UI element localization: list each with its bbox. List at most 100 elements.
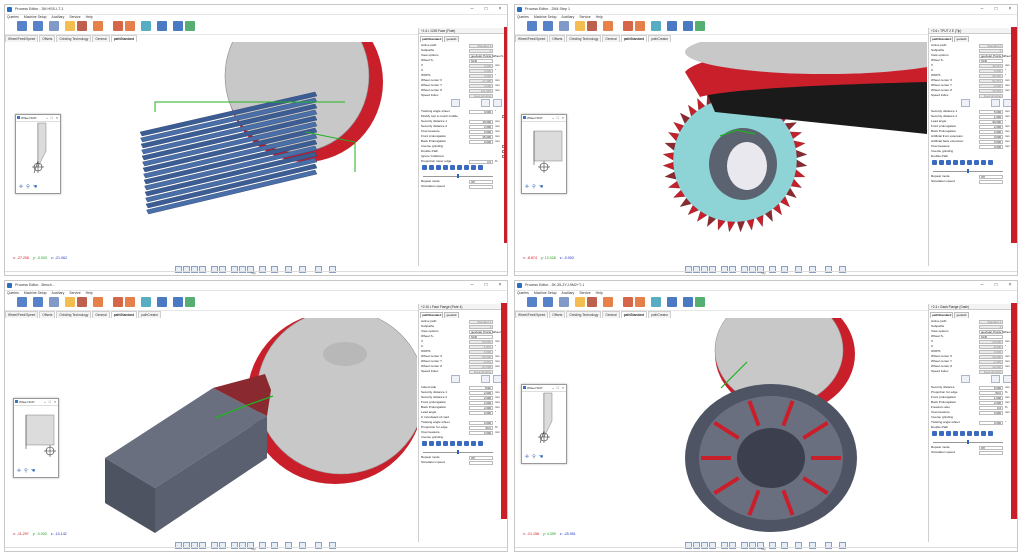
param-value-field[interactable]: Standard 2: [979, 43, 1003, 48]
toolbar-button[interactable]: [543, 297, 553, 307]
menu-item[interactable]: Machine Setup: [534, 291, 557, 295]
toolbar-button[interactable]: [185, 21, 195, 31]
wheel-profile-window[interactable]: Wheel SCP – □ × ✛ ⚲ ☚: [15, 114, 61, 194]
toolbar-button[interactable]: [93, 297, 103, 307]
tab-grinding-technology[interactable]: Grinding Technology: [56, 311, 92, 318]
edit-path-icon[interactable]: [451, 99, 460, 107]
3d-viewport[interactable]: Wheel SCP – □ × ✛ ⚲ ☚: [5, 42, 417, 258]
param-value-field[interactable]: Standard 1: [979, 319, 1003, 324]
3d-viewport[interactable]: Wheel SCP – □ × ✛ ⚲ ☚: [5, 318, 417, 534]
toolbar-button[interactable]: [575, 297, 585, 307]
toolbar-button[interactable]: [527, 297, 537, 307]
wheel-profile-window[interactable]: Wheel SCP – □ × ✛ ⚲ ☚: [521, 114, 567, 194]
maximize-icon[interactable]: □: [991, 282, 1001, 288]
toolbar-button[interactable]: [49, 21, 59, 31]
param-value-field[interactable]: -51.573: [979, 78, 1003, 83]
slider-knob[interactable]: [967, 169, 969, 173]
param-value-field[interactable]: 10.000: [469, 119, 493, 124]
toolbar-button[interactable]: [651, 297, 661, 307]
param-value-field[interactable]: 1: [979, 48, 1003, 53]
tab-offsets[interactable]: Offsets: [549, 35, 566, 42]
zoom-icon[interactable]: ⚲: [23, 468, 29, 474]
param-value-field[interactable]: 2.000: [469, 400, 493, 405]
param-value-field[interactable]: 2.000: [469, 395, 493, 400]
param-value-field[interactable]: -90.000: [469, 339, 493, 344]
param-value-field[interactable]: Feed grinding: [469, 369, 493, 374]
param-value-field[interactable]: -3.435: [979, 359, 1003, 364]
loop-icon[interactable]: [478, 165, 483, 170]
next-icon[interactable]: [457, 441, 462, 446]
wheel-view-icon[interactable]: [481, 375, 490, 383]
tab-pathstandard[interactable]: pathStandard: [110, 311, 138, 318]
wheel-profile-window[interactable]: Wheel SCP – □ × ✛ ⚲ ☚: [521, 384, 567, 464]
tab-pathstandard[interactable]: pathStandard: [620, 35, 648, 42]
menu-item[interactable]: Machine Setup: [24, 15, 47, 19]
panel-tab-geoedit[interactable]: geoEdit: [444, 312, 459, 318]
tab-grinding-technology[interactable]: Grinding Technology: [566, 35, 602, 42]
back-icon[interactable]: [436, 441, 441, 446]
3d-viewport[interactable]: Wheel SCP – □ × ✛ ⚲ ☚: [515, 42, 927, 258]
first-icon[interactable]: [422, 165, 427, 170]
slider-knob[interactable]: [457, 174, 459, 178]
param-value-field[interactable]: 0.000: [979, 144, 1003, 149]
param-value-field[interactable]: 1: [469, 48, 493, 53]
move-icon[interactable]: ✛: [18, 184, 24, 190]
repeat-mode-dropdown[interactable]: Off: [979, 445, 1003, 450]
param-value-field[interactable]: 0.000: [469, 349, 493, 354]
stop-icon[interactable]: [981, 431, 986, 436]
toolbar-button[interactable]: [141, 297, 151, 307]
last-icon[interactable]: [464, 165, 469, 170]
menu-item[interactable]: Help: [596, 291, 603, 295]
toolbar-button[interactable]: [635, 297, 645, 307]
param-value-field[interactable]: -0.210: [469, 359, 493, 364]
menu-item[interactable]: Help: [86, 291, 93, 295]
wheel-view-alt-icon[interactable]: [493, 99, 502, 107]
tab-grinding-technology[interactable]: Grinding Technology: [56, 35, 92, 42]
menu-item[interactable]: Auxiliary: [562, 15, 575, 19]
first-icon[interactable]: [422, 441, 427, 446]
param-value-field[interactable]: 2.000: [469, 390, 493, 395]
menu-item[interactable]: Service: [579, 291, 590, 295]
sim-speed-slider[interactable]: [979, 179, 1003, 184]
param-value-field[interactable]: -15.503: [979, 88, 1003, 93]
3d-viewport[interactable]: Wheel SCP – □ × ✛ ⚲ ☚: [515, 318, 927, 534]
param-value-field[interactable]: 1.000: [979, 114, 1003, 119]
first-icon[interactable]: [932, 160, 937, 165]
param-value-field[interactable]: -20.000: [979, 339, 1003, 344]
toolbar-button[interactable]: [185, 297, 195, 307]
param-value-field[interactable]: 50.0: [979, 390, 1003, 395]
first-icon[interactable]: [932, 431, 937, 436]
panel-tab-geoedit[interactable]: geoEdit: [444, 36, 459, 42]
param-dropdown[interactable]: geoAxial, Points, Wheel S...: [979, 329, 1016, 334]
edit-path-icon[interactable]: [961, 375, 970, 383]
slider-knob[interactable]: [967, 440, 969, 444]
tab-offsets[interactable]: Offsets: [39, 35, 56, 42]
back-icon[interactable]: [436, 165, 441, 170]
param-value-field[interactable]: 1.000: [979, 395, 1003, 400]
toolbar-button[interactable]: [49, 297, 59, 307]
param-value-field[interactable]: 50.0: [469, 425, 493, 430]
param-value-field[interactable]: 0.000: [979, 420, 1003, 425]
panel-tab-geoedit[interactable]: geoEdit: [954, 36, 969, 42]
back-icon[interactable]: [946, 431, 951, 436]
play-icon[interactable]: [953, 431, 958, 436]
param-value-field[interactable]: 1: [469, 324, 493, 329]
toolbar-button[interactable]: [77, 297, 87, 307]
prev-icon[interactable]: [429, 165, 434, 170]
toolbar-button[interactable]: [559, 21, 569, 31]
next-icon[interactable]: [967, 431, 972, 436]
param-value-field[interactable]: 0.000: [469, 139, 493, 144]
param-value-field[interactable]: 25.000: [469, 134, 493, 139]
param-value-field[interactable]: 0.000: [469, 83, 493, 88]
wheel-view-icon[interactable]: [991, 375, 1000, 383]
prev-icon[interactable]: [939, 160, 944, 165]
toolbar-button[interactable]: [17, 21, 27, 31]
toolbar-button[interactable]: [93, 21, 103, 31]
param-value-field[interactable]: -1.870: [469, 344, 493, 349]
toolbar-button[interactable]: [603, 21, 613, 31]
close-icon[interactable]: ×: [1005, 6, 1015, 12]
repeat-mode-dropdown[interactable]: Off: [469, 455, 493, 460]
sim-speed-slider[interactable]: [469, 184, 493, 189]
menu-item[interactable]: Auxiliary: [52, 15, 65, 19]
panel-tab-pathstandard[interactable]: pathStandard: [930, 36, 954, 42]
